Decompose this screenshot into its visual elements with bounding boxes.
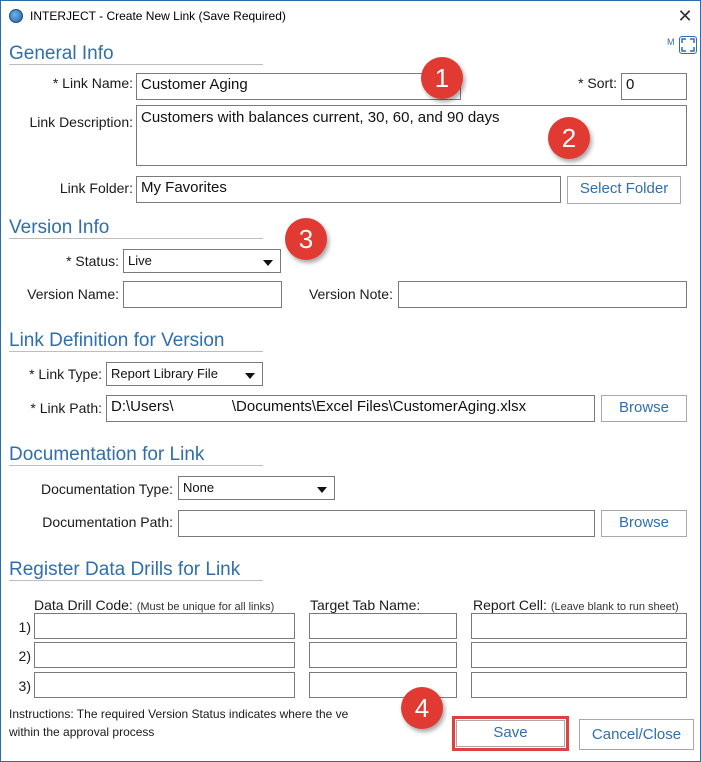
chevron-down-icon bbox=[263, 260, 273, 266]
interject-logo-icon bbox=[9, 9, 23, 23]
instructions-line-1: Instructions: The required Version Statu… bbox=[9, 707, 349, 721]
drill-target-tab-field-2[interactable] bbox=[309, 642, 457, 668]
drill-report-cell-field-1[interactable] bbox=[471, 613, 687, 639]
link-name-field[interactable]: Customer Aging bbox=[136, 73, 461, 100]
section-general-info: General Info bbox=[9, 43, 114, 64]
callout-badge-1: 1 bbox=[421, 57, 463, 99]
version-name-field[interactable] bbox=[123, 281, 282, 308]
select-folder-button[interactable]: Select Folder bbox=[567, 176, 681, 204]
section-divider bbox=[9, 465, 263, 466]
data-drill-code-header: Data Drill Code: (Must be unique for all… bbox=[34, 597, 274, 613]
drill-report-cell-field-2[interactable] bbox=[471, 642, 687, 668]
section-documentation: Documentation for Link bbox=[9, 444, 205, 465]
sort-label: * Sort: bbox=[578, 75, 617, 91]
documentation-path-label: Documentation Path: bbox=[42, 514, 173, 530]
link-description-field[interactable]: Customers with balances current, 30, 60,… bbox=[136, 105, 687, 166]
data-drill-code-hint: (Must be unique for all links) bbox=[136, 601, 275, 613]
status-label: * Status: bbox=[66, 253, 119, 269]
drill-row-label: 2) bbox=[18, 648, 31, 664]
callout-badge-4: 4 bbox=[401, 687, 443, 729]
version-name-label: Version Name: bbox=[27, 286, 119, 302]
report-cell-label: Report Cell: bbox=[473, 597, 547, 613]
instructions-line-2: within the approval process bbox=[9, 725, 155, 739]
save-button[interactable]: Save bbox=[456, 720, 565, 747]
section-divider bbox=[9, 64, 263, 65]
drill-code-field-1[interactable] bbox=[34, 613, 295, 639]
documentation-type-select[interactable]: None bbox=[178, 476, 335, 500]
expand-icon[interactable] bbox=[679, 36, 697, 54]
link-folder-field[interactable]: My Favorites bbox=[136, 176, 561, 203]
drill-row-label: 1) bbox=[18, 619, 31, 635]
chevron-down-icon bbox=[245, 373, 255, 379]
version-note-field[interactable] bbox=[398, 281, 687, 308]
cancel-close-button[interactable]: Cancel/Close bbox=[579, 719, 694, 750]
section-divider bbox=[9, 238, 263, 239]
status-value: Live bbox=[128, 253, 152, 268]
data-drill-code-label: Data Drill Code: bbox=[34, 597, 133, 613]
drill-row-label: 3) bbox=[18, 678, 31, 694]
drill-code-field-2[interactable] bbox=[34, 642, 295, 668]
chevron-down-icon bbox=[317, 487, 327, 493]
documentation-type-value: None bbox=[183, 480, 215, 495]
drill-report-cell-field-3[interactable] bbox=[471, 672, 687, 698]
section-version-info: Version Info bbox=[9, 217, 110, 238]
documentation-type-label: Documentation Type: bbox=[40, 481, 173, 497]
section-divider bbox=[9, 351, 263, 352]
target-tab-header: Target Tab Name: bbox=[310, 597, 421, 613]
section-divider bbox=[9, 580, 263, 581]
title-bar: INTERJECT - Create New Link (Save Requir… bbox=[1, 1, 700, 31]
link-name-label: * Link Name: bbox=[52, 75, 133, 91]
drill-code-field-3[interactable] bbox=[34, 672, 295, 698]
section-link-definition: Link Definition for Version bbox=[9, 330, 225, 351]
callout-badge-3: 3 bbox=[285, 218, 327, 260]
create-link-dialog: INTERJECT - Create New Link (Save Requir… bbox=[0, 0, 701, 762]
link-description-label: Link Description: bbox=[29, 114, 134, 130]
link-folder-label: Link Folder: bbox=[59, 180, 133, 196]
link-path-field[interactable]: D:\Users\ \Documents\Excel Files\Custome… bbox=[106, 395, 595, 422]
documentation-path-field[interactable] bbox=[178, 510, 595, 537]
drill-target-tab-field-1[interactable] bbox=[309, 613, 457, 639]
link-type-label: * Link Type: bbox=[29, 366, 102, 382]
report-cell-header: Report Cell: (Leave blank to run sheet) bbox=[473, 597, 679, 613]
status-select[interactable]: Live bbox=[123, 249, 281, 273]
sort-field[interactable]: 0 bbox=[621, 73, 687, 100]
link-path-label: * Link Path: bbox=[30, 400, 102, 416]
browse-documentation-button[interactable]: Browse bbox=[601, 510, 687, 537]
section-data-drills: Register Data Drills for Link bbox=[9, 559, 241, 580]
report-cell-hint: (Leave blank to run sheet) bbox=[550, 601, 679, 613]
window-title: INTERJECT - Create New Link (Save Requir… bbox=[30, 9, 286, 23]
link-type-value: Report Library File bbox=[111, 366, 218, 381]
version-note-label: Version Note: bbox=[308, 286, 393, 302]
browse-link-path-button[interactable]: Browse bbox=[601, 395, 687, 422]
callout-badge-2: 2 bbox=[548, 117, 590, 159]
close-icon[interactable]: ✕ bbox=[673, 5, 697, 27]
link-type-select[interactable]: Report Library File bbox=[106, 362, 263, 386]
expand-hint: M bbox=[667, 37, 675, 47]
